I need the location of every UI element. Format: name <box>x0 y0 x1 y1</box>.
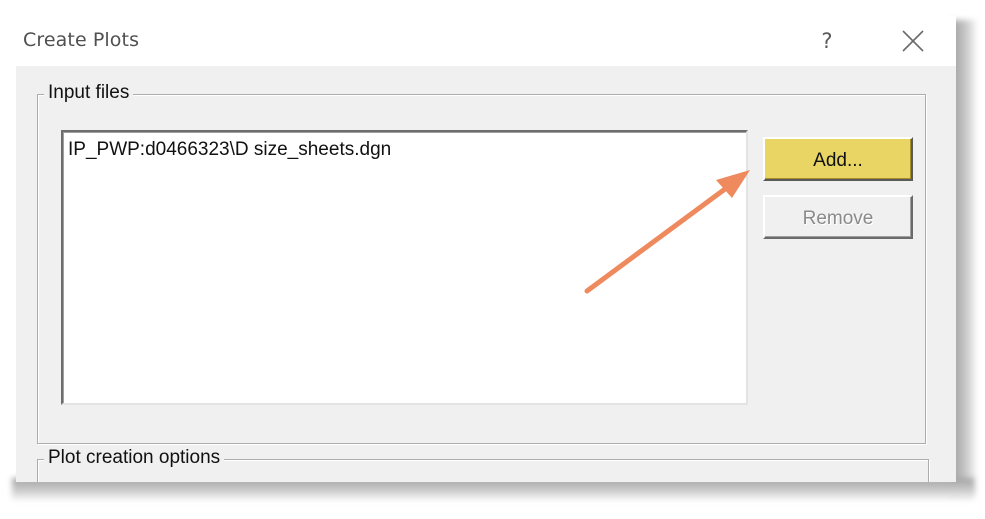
title-bar: Create Plots ? <box>16 16 956 66</box>
dialog-title: Create Plots <box>23 29 140 51</box>
create-plots-dialog: Create Plots ? Input files IP_PWP:d04663… <box>16 16 956 482</box>
plot-creation-options-group: Plot creation options <box>37 447 929 482</box>
close-button[interactable] <box>894 26 930 58</box>
add-button[interactable]: Add... <box>763 137 913 181</box>
remove-button[interactable]: Remove <box>763 195 913 239</box>
close-icon <box>902 30 924 52</box>
plot-creation-options-label: Plot creation options <box>44 447 225 469</box>
help-button[interactable]: ? <box>812 22 842 60</box>
input-files-list[interactable]: IP_PWP:d0466323\D size_sheets.dgn <box>61 130 748 405</box>
screenshot-stage: Create Plots ? Input files IP_PWP:d04663… <box>0 0 985 519</box>
list-item[interactable]: IP_PWP:d0466323\D size_sheets.dgn <box>68 139 391 161</box>
input-files-label: Input files <box>44 82 134 104</box>
